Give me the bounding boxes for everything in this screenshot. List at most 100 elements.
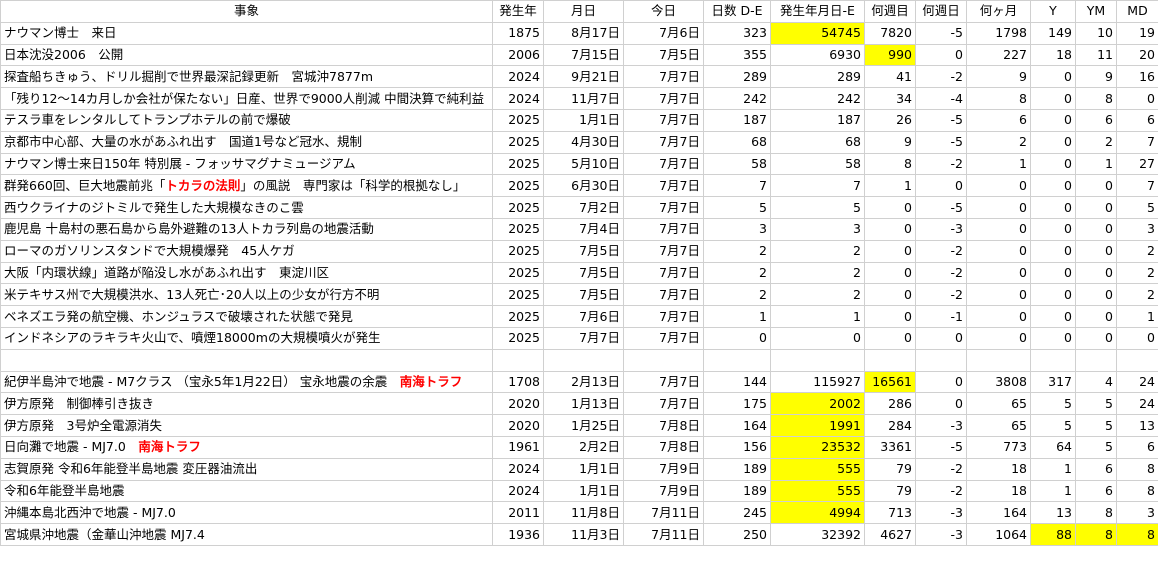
cell-days[interactable]: 250	[703, 523, 771, 546]
cell-today[interactable]: 7月9日	[623, 457, 704, 481]
cell-ym[interactable]: 9	[1075, 65, 1117, 89]
cell-y[interactable]: 149	[1030, 21, 1076, 45]
cell-today[interactable]: 7月7日	[623, 370, 704, 394]
cell-today[interactable]: 7月7日	[623, 261, 704, 285]
cell-md[interactable]: 16	[1116, 65, 1158, 89]
header-days[interactable]: 日数 D-E	[703, 0, 771, 23]
cell-today[interactable]: 7月7日	[623, 326, 704, 350]
cell-weeks[interactable]: 0	[864, 305, 916, 328]
cell-week-day[interactable]: -5	[915, 21, 967, 45]
cell-year[interactable]: 1936	[492, 523, 544, 546]
cell-total-days[interactable]: 242	[770, 87, 865, 110]
cell-months[interactable]: 9	[966, 65, 1031, 89]
cell-months[interactable]: 0	[966, 326, 1031, 350]
cell-y[interactable]: 0	[1030, 305, 1076, 328]
header-event[interactable]: 事象	[0, 0, 493, 23]
cell-ym[interactable]: 8	[1075, 87, 1117, 110]
cell-total-days[interactable]: 2	[770, 261, 865, 285]
cell-months[interactable]: 1064	[966, 523, 1031, 546]
cell-total-days[interactable]: 1	[770, 305, 865, 328]
cell-y[interactable]: 0	[1030, 239, 1076, 263]
cell-week-day[interactable]: -5	[915, 435, 967, 459]
cell-year[interactable]: 2025	[492, 217, 544, 241]
cell-event[interactable]: 鹿児島 十島村の悪石島から島外避難の13人トカラ列島の地震活動	[0, 217, 493, 241]
header-weeks[interactable]: 何週目	[864, 0, 916, 23]
cell-md[interactable]: 7	[1116, 130, 1158, 154]
empty-cell[interactable]	[703, 348, 771, 372]
cell-ym[interactable]: 6	[1075, 457, 1117, 481]
cell-event[interactable]: 日本沈没2006 公開	[0, 43, 493, 67]
cell-y[interactable]: 64	[1030, 435, 1076, 459]
cell-y[interactable]: 1	[1030, 479, 1076, 503]
cell-days[interactable]: 0	[703, 326, 771, 350]
cell-year[interactable]: 2025	[492, 196, 544, 219]
cell-week-day[interactable]: 0	[915, 43, 967, 67]
cell-today[interactable]: 7月9日	[623, 479, 704, 503]
cell-today[interactable]: 7月6日	[623, 21, 704, 45]
cell-y[interactable]: 317	[1030, 370, 1076, 394]
cell-month-day[interactable]: 1月25日	[543, 414, 624, 437]
cell-week-day[interactable]: -3	[915, 501, 967, 525]
cell-md[interactable]: 24	[1116, 370, 1158, 394]
cell-month-day[interactable]: 6月30日	[543, 174, 624, 198]
cell-month-day[interactable]: 4月30日	[543, 130, 624, 154]
cell-event[interactable]: 宮城県沖地震（金華山沖地震 MJ7.4	[0, 523, 493, 546]
cell-year[interactable]: 1875	[492, 21, 544, 45]
cell-year[interactable]: 2025	[492, 152, 544, 176]
empty-cell[interactable]	[543, 348, 624, 372]
cell-week-day[interactable]: -5	[915, 196, 967, 219]
cell-months[interactable]: 18	[966, 479, 1031, 503]
cell-weeks[interactable]: 1	[864, 174, 916, 198]
cell-total-days[interactable]: 187	[770, 108, 865, 132]
cell-event[interactable]: 西ウクライナのジトミルで発生した大規模なきのこ雲	[0, 196, 493, 219]
cell-ym[interactable]: 8	[1075, 501, 1117, 525]
cell-month-day[interactable]: 11月8日	[543, 501, 624, 525]
cell-weeks[interactable]: 0	[864, 326, 916, 350]
cell-today[interactable]: 7月7日	[623, 130, 704, 154]
cell-today[interactable]: 7月7日	[623, 174, 704, 198]
cell-total-days[interactable]: 0	[770, 326, 865, 350]
cell-weeks[interactable]: 0	[864, 217, 916, 241]
cell-md[interactable]: 3	[1116, 501, 1158, 525]
cell-total-days[interactable]: 5	[770, 196, 865, 219]
cell-days[interactable]: 68	[703, 130, 771, 154]
cell-months[interactable]: 65	[966, 392, 1031, 416]
cell-month-day[interactable]: 7月7日	[543, 326, 624, 350]
cell-days[interactable]: 164	[703, 414, 771, 437]
cell-event[interactable]: 日向灘で地震 - MJ7.0 南海トラフ	[0, 435, 493, 459]
cell-days[interactable]: 242	[703, 87, 771, 110]
cell-event[interactable]: 「残り12～14カ月しか会社が保たない」日産、世界で9000人削減 中間決算で純…	[0, 87, 493, 110]
cell-days[interactable]: 175	[703, 392, 771, 416]
cell-md[interactable]: 3	[1116, 217, 1158, 241]
header-month-day[interactable]: 月日	[543, 0, 624, 23]
header-y[interactable]: Y	[1030, 0, 1076, 23]
cell-ym[interactable]: 10	[1075, 21, 1117, 45]
cell-md[interactable]: 19	[1116, 21, 1158, 45]
cell-ym[interactable]: 0	[1075, 305, 1117, 328]
cell-year[interactable]: 2025	[492, 305, 544, 328]
empty-cell[interactable]	[0, 348, 493, 372]
cell-weeks[interactable]: 8	[864, 152, 916, 176]
cell-year[interactable]: 2025	[492, 261, 544, 285]
cell-total-days[interactable]: 555	[770, 457, 865, 481]
header-total-days[interactable]: 発生年月日-E	[770, 0, 865, 23]
cell-event[interactable]: 紀伊半島沖で地震 - M7クラス （宝永5年1月22日） 宝永地震の余震 南海ト…	[0, 370, 493, 394]
cell-y[interactable]: 0	[1030, 283, 1076, 307]
cell-md[interactable]: 27	[1116, 152, 1158, 176]
cell-total-days[interactable]: 32392	[770, 523, 865, 546]
cell-months[interactable]: 18	[966, 457, 1031, 481]
cell-year[interactable]: 2025	[492, 326, 544, 350]
cell-event[interactable]: 伊方原発 制御棒引き抜き	[0, 392, 493, 416]
cell-today[interactable]: 7月7日	[623, 217, 704, 241]
cell-months[interactable]: 227	[966, 43, 1031, 67]
cell-total-days[interactable]: 3	[770, 217, 865, 241]
cell-month-day[interactable]: 5月10日	[543, 152, 624, 176]
cell-today[interactable]: 7月7日	[623, 392, 704, 416]
empty-cell[interactable]	[623, 348, 704, 372]
cell-week-day[interactable]: -2	[915, 283, 967, 307]
cell-md[interactable]: 2	[1116, 261, 1158, 285]
cell-year[interactable]: 1708	[492, 370, 544, 394]
cell-total-days[interactable]: 555	[770, 479, 865, 503]
cell-ym[interactable]: 0	[1075, 261, 1117, 285]
cell-event[interactable]: 伊方原発 3号炉全電源消失	[0, 414, 493, 437]
